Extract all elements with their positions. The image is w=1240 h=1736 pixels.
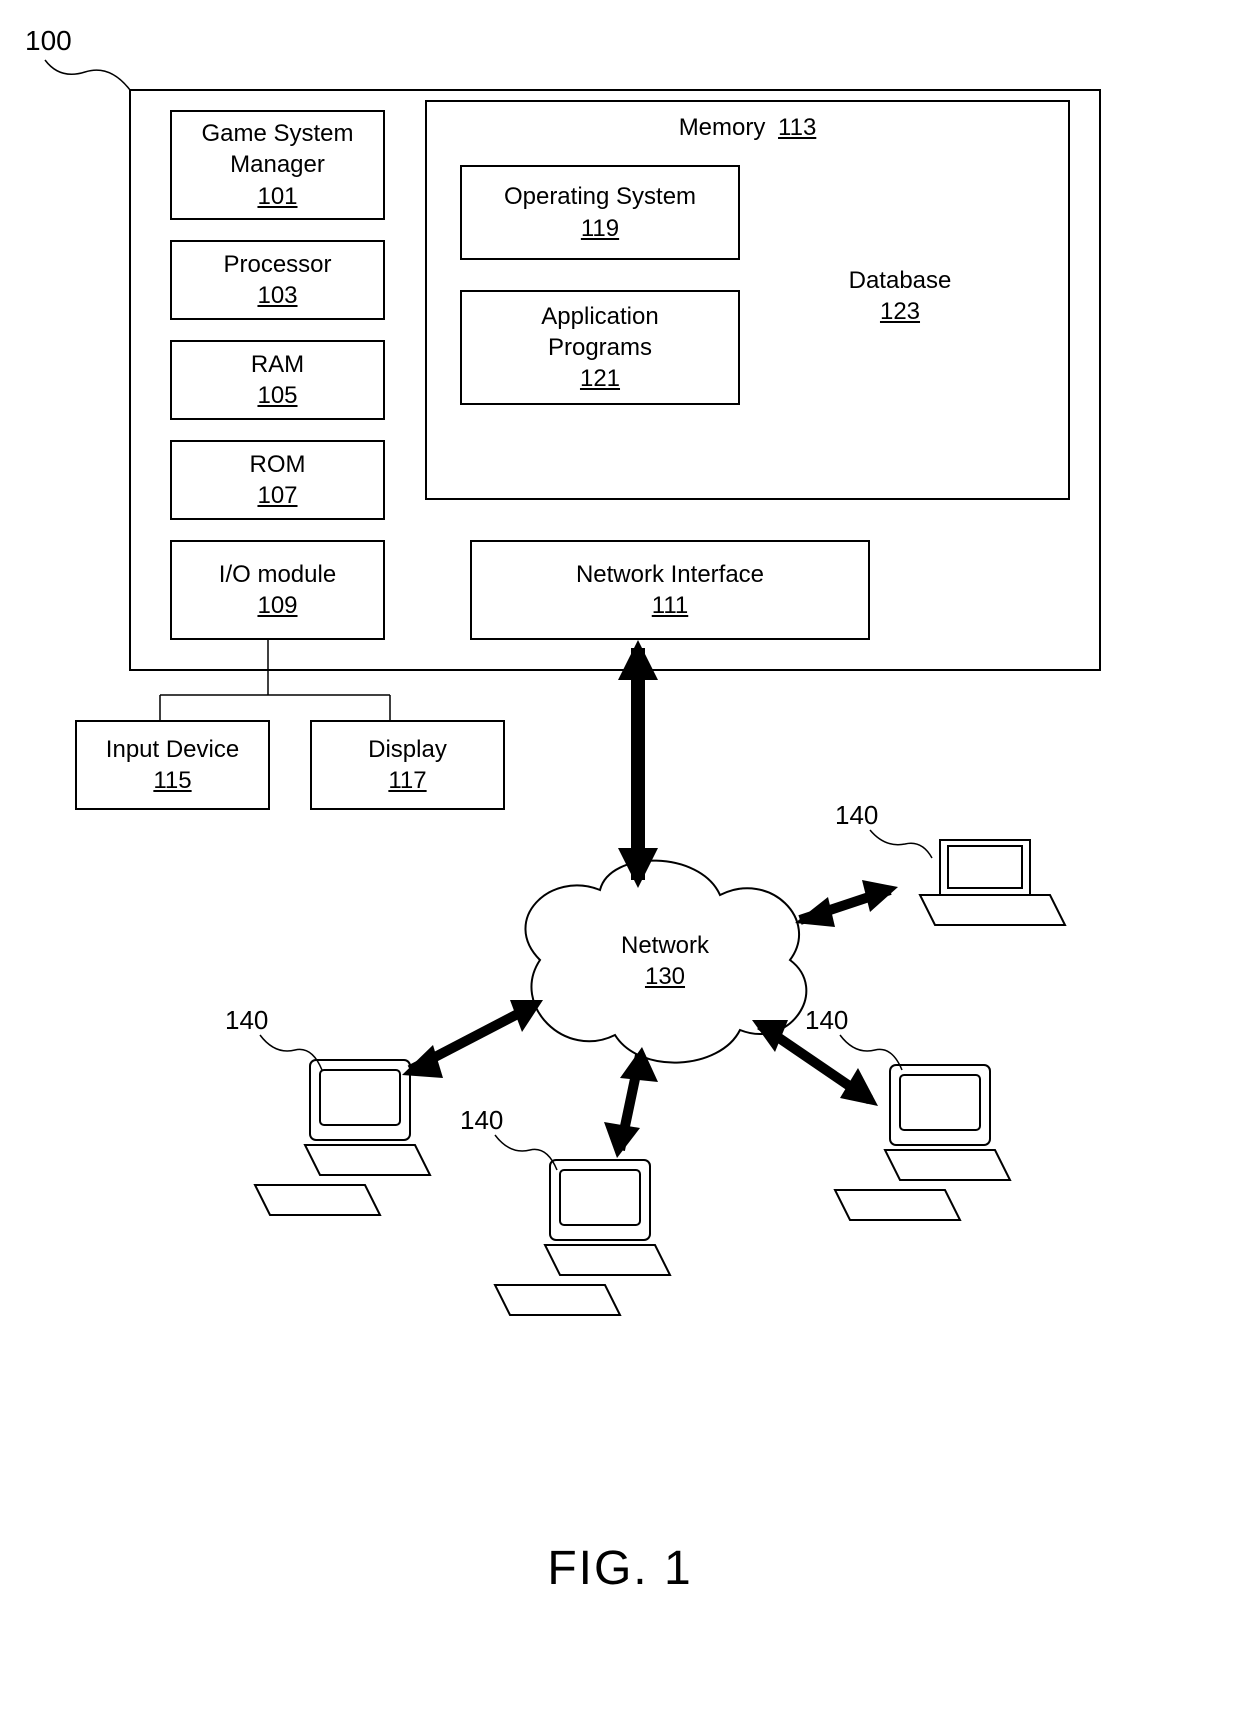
input-label: Input Device: [106, 734, 239, 765]
ref-140-right: 140: [805, 1005, 848, 1036]
network-cloud-label: Network 130: [590, 930, 740, 992]
db-label: Database: [815, 265, 985, 296]
memory-label: Memory: [679, 114, 766, 141]
network-label: Network: [590, 930, 740, 961]
display-label: Display: [368, 734, 447, 765]
gsm-label: Game SystemManager: [201, 118, 353, 180]
network-interface-box: Network Interface 111: [470, 540, 870, 640]
input-num: 115: [153, 765, 191, 796]
processor-box: Processor 103: [170, 240, 385, 320]
pc-left-icon: [255, 1060, 430, 1215]
ram-label: RAM: [251, 349, 304, 380]
processor-num: 103: [257, 280, 297, 311]
apps-num: 121: [580, 363, 620, 394]
processor-label: Processor: [223, 249, 331, 280]
display-box: Display 117: [310, 720, 505, 810]
io-num: 109: [257, 590, 297, 621]
db-num: 123: [815, 296, 985, 327]
memory-num: 113: [778, 114, 816, 141]
io-module-box: I/O module 109: [170, 540, 385, 640]
rom-label: ROM: [250, 449, 306, 480]
ref-140-center: 140: [460, 1105, 503, 1136]
io-label: I/O module: [219, 559, 336, 590]
os-label: Operating System: [504, 181, 696, 212]
application-programs-box: ApplicationPrograms 121: [460, 290, 740, 405]
nic-to-network-arrow: [618, 640, 658, 888]
os-num: 119: [581, 213, 619, 244]
rom-box: ROM 107: [170, 440, 385, 520]
rom-num: 107: [257, 480, 297, 511]
operating-system-box: Operating System 119: [460, 165, 740, 260]
input-device-box: Input Device 115: [75, 720, 270, 810]
ref-140-left: 140: [225, 1005, 268, 1036]
ram-box: RAM 105: [170, 340, 385, 420]
nic-label: Network Interface: [576, 559, 764, 590]
apps-label: ApplicationPrograms: [541, 301, 658, 363]
network-num: 130: [590, 961, 740, 992]
figure-title: FIG. 1: [0, 1541, 1240, 1596]
game-system-manager-box: Game SystemManager 101: [170, 110, 385, 220]
gsm-num: 101: [257, 181, 297, 212]
pc-center-icon: [495, 1160, 670, 1315]
database-label-group: Database 123: [815, 265, 985, 327]
ram-num: 105: [257, 380, 297, 411]
laptop-icon: [920, 840, 1065, 925]
display-num: 117: [388, 765, 426, 796]
ref-140-laptop: 140: [835, 800, 878, 831]
memory-title: Memory 113: [427, 112, 1068, 143]
figure-canvas: 100: [0, 0, 1240, 1736]
nic-num: 111: [652, 590, 688, 621]
